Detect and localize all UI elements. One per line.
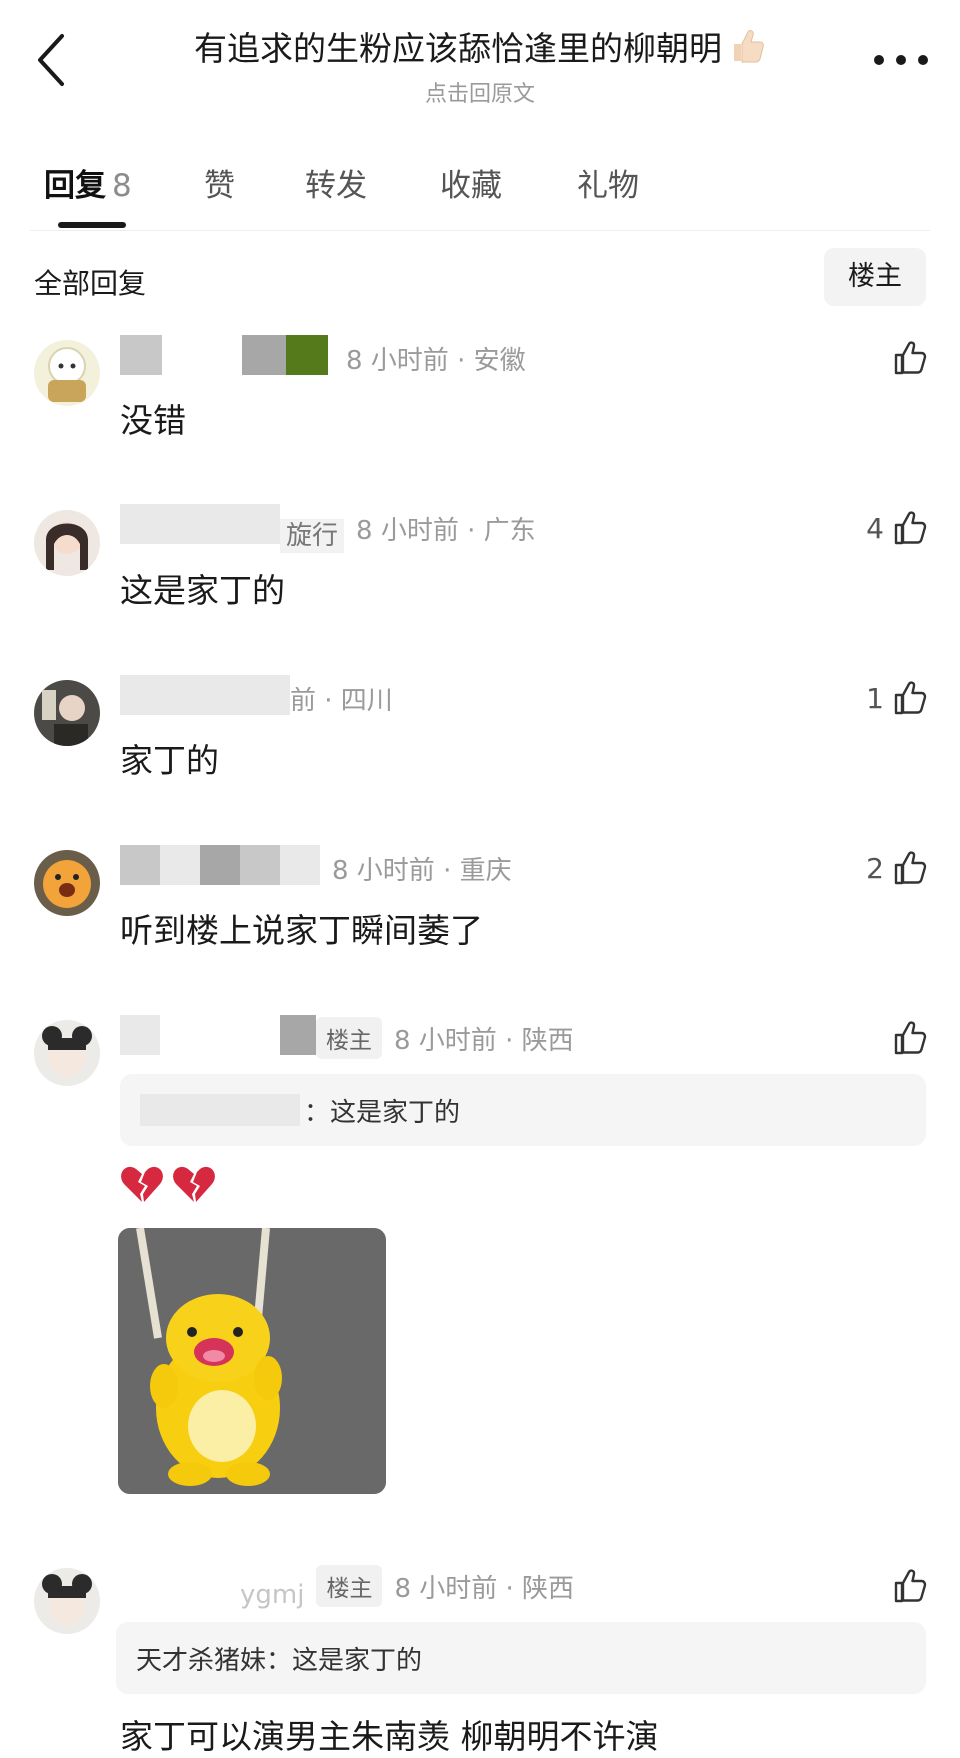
- quoted-reply-text: ：这是家丁的: [304, 1097, 461, 1128]
- post-title-text: 有追求的生粉应该舔恰逢里的柳朝明: [194, 29, 722, 68]
- tab-bar: 回复 8 赞 转发 收藏 礼物: [30, 140, 930, 231]
- like-button[interactable]: 1: [866, 678, 930, 718]
- comment-time-location: 8 小时前 · 安徽: [346, 345, 526, 376]
- tab-favorites[interactable]: 收藏: [440, 160, 502, 205]
- thumb-up-icon: [894, 1021, 927, 1055]
- quoted-reply[interactable]: 天才杀猪妹：这是家丁的: [116, 1622, 926, 1694]
- tab-replies-count: 8: [112, 168, 132, 204]
- quoted-reply[interactable]: ：这是家丁的: [120, 1074, 926, 1146]
- post-title[interactable]: 有追求的生粉应该舔恰逢里的柳朝明: [194, 22, 766, 70]
- username-redacted[interactable]: [120, 674, 290, 722]
- username-redacted[interactable]: 旋行: [120, 504, 345, 553]
- more-button[interactable]: [874, 46, 928, 74]
- comment-text: 没错: [120, 401, 186, 440]
- avatar-image: [34, 340, 100, 406]
- back-to-original-link[interactable]: 点击回原文: [150, 76, 810, 108]
- comment-meta: 前 · 四川: [120, 674, 393, 718]
- title-area: 有追求的生粉应该舔恰逢里的柳朝明 点击回原文: [150, 22, 810, 108]
- comment-text: 家丁的: [120, 741, 219, 780]
- thumbs-up-emoji-icon: [734, 30, 764, 63]
- username-redacted[interactable]: [120, 844, 320, 892]
- username-redacted[interactable]: [120, 334, 328, 382]
- thumb-up-icon: [894, 511, 927, 545]
- avatar[interactable]: [34, 850, 100, 916]
- comment-meta: 楼主 8 小时前 · 陕西: [120, 1014, 574, 1059]
- tab-gifts[interactable]: 礼物: [577, 160, 639, 205]
- chevron-left-icon: [38, 34, 64, 86]
- avatar-image: [34, 850, 100, 916]
- comment-time-location: 8 小时前 · 陕西: [394, 1025, 574, 1056]
- like-button[interactable]: 2: [866, 848, 930, 888]
- avatar-image: [34, 1568, 100, 1634]
- avatar[interactable]: [34, 680, 100, 746]
- avatar-image: [34, 1020, 100, 1086]
- like-count: 1: [866, 681, 884, 715]
- username-redacted[interactable]: ygmj: [120, 1563, 304, 1610]
- tab-replies-label: 回复: [44, 168, 106, 204]
- back-button[interactable]: [30, 28, 74, 92]
- all-replies-label: 全部回复: [34, 267, 147, 300]
- username-redacted[interactable]: [120, 1014, 316, 1062]
- thumb-up-icon: [894, 851, 927, 885]
- op-tag: 楼主: [316, 1565, 383, 1607]
- comment-meta: 旋行 8 小时前 · 广东: [120, 504, 536, 553]
- quoted-username-redacted: [140, 1094, 300, 1126]
- op-tag: 楼主: [316, 1017, 382, 1059]
- quoted-reply-text: 天才杀猪妹：这是家丁的: [136, 1645, 423, 1676]
- tab-likes[interactable]: 赞: [204, 160, 235, 205]
- more-dot: [918, 55, 928, 65]
- op-only-button[interactable]: 楼主: [824, 248, 926, 306]
- tab-replies[interactable]: 回复 8: [44, 160, 132, 205]
- active-tab-indicator: [58, 222, 126, 228]
- like-button[interactable]: [890, 1566, 930, 1606]
- avatar[interactable]: [34, 510, 100, 576]
- tab-reposts[interactable]: 转发: [305, 160, 367, 205]
- avatar-image: [34, 680, 100, 746]
- top-bar: 有追求的生粉应该舔恰逢里的柳朝明 点击回原文: [0, 0, 960, 120]
- thumb-up-icon: [894, 341, 927, 375]
- thumb-up-icon: [894, 681, 927, 715]
- comment-time-location: 前 · 四川: [290, 685, 393, 716]
- comment-text: 家丁可以演男主朱南羡 柳朝明不许演: [120, 1717, 659, 1756]
- more-dot: [874, 55, 884, 65]
- comment-meta: 8 小时前 · 重庆: [120, 844, 512, 888]
- username-fragment: 旋行: [280, 519, 345, 553]
- emoji-row: [120, 1164, 216, 1204]
- sticker-image[interactable]: [118, 1228, 386, 1494]
- comment-time-location: 8 小时前 · 广东: [356, 515, 536, 546]
- avatar[interactable]: [34, 1568, 100, 1634]
- comment-meta: ygmj 楼主 8 小时前 · 陕西: [120, 1565, 575, 1610]
- avatar-image: [34, 510, 100, 576]
- like-count: 2: [866, 851, 884, 885]
- avatar[interactable]: [34, 340, 100, 406]
- like-button[interactable]: 4: [866, 508, 930, 548]
- username-fragment: ygmj: [240, 1579, 305, 1610]
- like-button[interactable]: [890, 338, 930, 378]
- like-count: 4: [866, 511, 884, 545]
- comment-meta: 8 小时前 · 安徽: [120, 334, 526, 378]
- thumb-up-icon: [894, 1569, 927, 1603]
- yellow-creature-sticker-icon: [118, 1228, 386, 1494]
- avatar[interactable]: [34, 1020, 100, 1086]
- broken-heart-icon: [121, 1166, 163, 1202]
- comment-text: 这是家丁的: [120, 571, 285, 610]
- more-dot: [896, 55, 906, 65]
- like-button[interactable]: [890, 1018, 930, 1058]
- comment-text: 听到楼上说家丁瞬间萎了: [120, 911, 483, 950]
- comment-time-location: 8 小时前 · 陕西: [394, 1573, 575, 1604]
- broken-heart-icon: [173, 1166, 215, 1202]
- comment-time-location: 8 小时前 · 重庆: [332, 855, 512, 886]
